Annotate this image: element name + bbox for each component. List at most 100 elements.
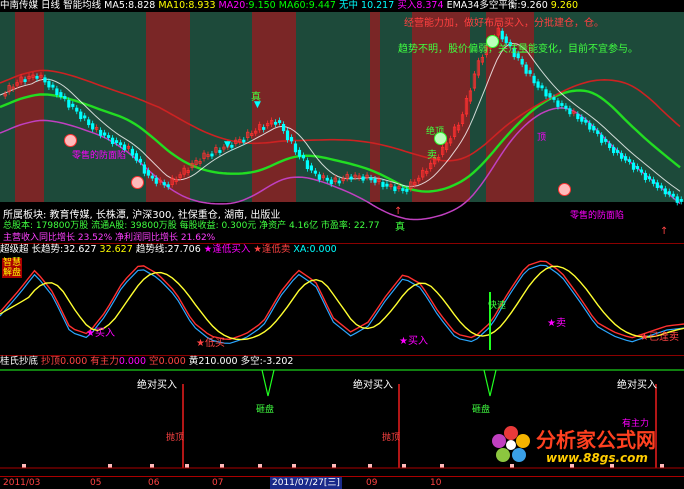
ma10-value: 8.933 xyxy=(188,0,216,11)
bottom-dot xyxy=(332,464,336,468)
candle-body xyxy=(43,77,47,83)
b2-label: 有主力 xyxy=(90,356,119,367)
candle-body xyxy=(528,70,532,74)
candle-body xyxy=(210,153,214,157)
candle-body xyxy=(67,99,71,108)
trend-annotation: 趋势不明，股价偏弱，关注量能变化，目前不宜参与。 xyxy=(398,44,638,55)
candle-body xyxy=(401,188,405,191)
date-tick: 10 xyxy=(430,478,442,488)
kdj-buy-3: ★买入 xyxy=(399,336,428,347)
kdj-hold: ★已逢卖 xyxy=(640,332,679,343)
candle-body xyxy=(532,75,536,84)
candle-body xyxy=(106,135,111,138)
indicator-name[interactable]: 智能均线 xyxy=(63,0,101,11)
candle-body xyxy=(588,122,592,130)
candle-body xyxy=(142,164,146,174)
candle-body xyxy=(91,123,95,130)
bottom-dot xyxy=(402,464,406,468)
candle-body xyxy=(138,158,142,163)
b1-value: 0.000 xyxy=(60,356,88,367)
arrow-up-icon: ↑ xyxy=(394,206,403,217)
ma20-label: MA20: xyxy=(218,0,249,11)
candle-body xyxy=(671,193,675,197)
wisdom-label[interactable]: 智慧 解盘 xyxy=(2,258,22,278)
bottom-green-spike xyxy=(483,369,497,397)
candle-body xyxy=(584,119,588,123)
current-date[interactable]: 2011/07/27[三] xyxy=(270,477,342,489)
candle-body xyxy=(218,150,222,153)
kdj-fast: 快速 xyxy=(488,301,507,311)
ema-label: EMA34多空平衡: xyxy=(446,0,521,11)
candle-body xyxy=(604,139,608,142)
candle-body xyxy=(608,143,612,148)
candle-body xyxy=(305,160,310,170)
candle-body xyxy=(651,179,655,184)
ma60-value: 9.447 xyxy=(308,0,336,11)
candle-body xyxy=(285,130,290,141)
candle-body xyxy=(540,85,544,89)
candle-body xyxy=(373,178,377,183)
candle-body xyxy=(242,139,246,143)
bottom-panel[interactable]: 桂氏抄底 抄顶0.000 有主力0.000 空0.000 黄210.000 多空… xyxy=(0,356,684,476)
xa-value: 0.000 xyxy=(309,244,337,255)
b4-label: 黄 xyxy=(188,356,199,367)
trend-line-label: 趋势线: xyxy=(135,244,168,255)
bottom-dot xyxy=(150,464,154,468)
candle-body xyxy=(55,88,59,96)
smiley-icon xyxy=(64,134,77,147)
candle-body xyxy=(166,184,170,188)
bottom-indicator-name[interactable]: 桂氏抄底 xyxy=(0,356,38,367)
sell-top-label: 顶 xyxy=(537,133,547,143)
date-axis[interactable]: 2011/03 05 06 07 2011/07/27[三] 09 10 xyxy=(0,476,684,489)
candle-body xyxy=(369,177,373,181)
candle-body xyxy=(114,140,119,143)
candle-body xyxy=(281,123,286,132)
candle-body xyxy=(71,103,75,107)
candle-body xyxy=(568,108,572,115)
candle-body xyxy=(623,156,628,161)
period-label[interactable]: 日线 xyxy=(41,0,60,11)
b3-label: 空 xyxy=(149,356,159,367)
candle-body xyxy=(524,64,528,74)
candle-body xyxy=(262,127,266,130)
top-red-annotation: 经营能力加，做好布局买入，分批建仓，仓。 xyxy=(404,18,604,29)
candle-body xyxy=(134,153,139,161)
candle-body xyxy=(23,79,27,82)
candle-body xyxy=(87,119,91,126)
candle-body xyxy=(500,30,504,40)
candle-body xyxy=(647,176,652,180)
smiley-icon xyxy=(434,132,447,145)
b3-value: 0.000 xyxy=(158,356,186,367)
candle-body xyxy=(639,169,644,173)
ma10-label: MA10: xyxy=(158,0,189,11)
date-tick: 2011/03 xyxy=(3,478,41,488)
flower-logo-icon xyxy=(492,426,530,462)
candle-body xyxy=(51,84,55,88)
long-trend-label: 长趋势: xyxy=(31,244,64,255)
trend-panel[interactable]: 超级超 长趋势:32.627 32.627 趋势线:27.706 ★逢低买入 ★… xyxy=(0,244,684,355)
candle-body xyxy=(627,159,632,162)
long-trend-value-2: 32.627 xyxy=(99,244,133,255)
bottom-dot xyxy=(108,464,112,468)
candle-body xyxy=(361,176,365,181)
smiley-icon xyxy=(486,35,499,48)
main-label-1: 砸盘 xyxy=(256,405,275,415)
candle-body xyxy=(631,162,636,170)
candle-body xyxy=(150,175,154,179)
main-label-2: 砸盘 xyxy=(472,405,491,415)
wisdom-label-1: 智慧 xyxy=(2,258,21,268)
candle-body xyxy=(619,153,624,159)
b1-label: 抄顶 xyxy=(41,356,61,367)
bottom-dot xyxy=(258,464,262,468)
candle-body xyxy=(146,170,150,176)
main-chart-panel[interactable]: 中南传媒 日线 智能均线 MA5:8.828 MA10:8.933 MA20:9… xyxy=(0,0,684,243)
candle-body xyxy=(277,120,282,123)
candle-body xyxy=(79,111,83,120)
candle-body xyxy=(99,129,103,136)
bottom-dot xyxy=(185,464,189,468)
bottom-dot xyxy=(368,464,372,468)
trend-indicator-name[interactable]: 超级超 xyxy=(0,244,29,255)
candle-body xyxy=(59,92,63,97)
stock-name[interactable]: 中南传媒 xyxy=(0,0,38,11)
candle-body xyxy=(110,137,115,144)
